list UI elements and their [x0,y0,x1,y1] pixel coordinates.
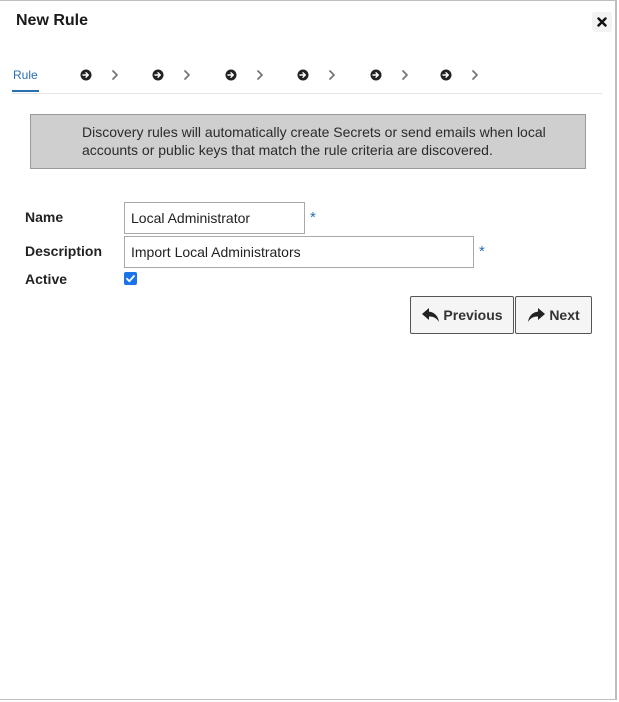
arrow-circle-right-icon [297,69,309,81]
chevron-right-icon [112,70,118,80]
close-icon [597,17,607,27]
close-button[interactable] [592,12,612,32]
chevron-right-icon [402,70,408,80]
wizard-steps: Rule [12,65,602,94]
next-button[interactable]: Next [515,296,592,334]
active-checkbox[interactable] [124,272,137,285]
arrow-circle-right-icon [80,69,92,81]
wizard-step-6[interactable] [370,69,414,83]
wizard-step-5[interactable] [297,69,341,83]
new-rule-dialog: New Rule Rule Discovery rules will autom… [0,0,617,700]
reply-arrow-icon [422,308,440,322]
active-label: Active [25,271,68,287]
wizard-step-2[interactable] [80,69,124,83]
name-label: Name [25,209,64,225]
wizard-step-4[interactable] [225,69,269,83]
wizard-step-3[interactable] [152,69,196,83]
forward-arrow-icon [528,308,546,322]
description-label: Description [25,243,103,259]
arrow-circle-right-icon [152,69,164,81]
chevron-right-icon [329,70,335,80]
name-input[interactable] [124,202,305,234]
info-message: Discovery rules will automatically creat… [30,114,586,169]
step-rule-tab[interactable]: Rule [12,65,39,92]
arrow-circle-right-icon [225,69,237,81]
wizard-step-7[interactable] [440,69,484,83]
name-required-marker: * [310,209,316,226]
checkmark-icon [126,275,135,283]
dialog-title: New Rule [16,12,89,29]
previous-button-label: Previous [443,307,503,323]
chevron-right-icon [257,70,263,80]
arrow-circle-right-icon [440,69,452,81]
chevron-right-icon [472,70,478,80]
description-input[interactable] [124,236,474,268]
arrow-circle-right-icon [370,69,382,81]
next-button-label: Next [549,307,580,323]
chevron-right-icon [184,70,190,80]
previous-button[interactable]: Previous [410,296,514,334]
description-required-marker: * [479,243,485,260]
